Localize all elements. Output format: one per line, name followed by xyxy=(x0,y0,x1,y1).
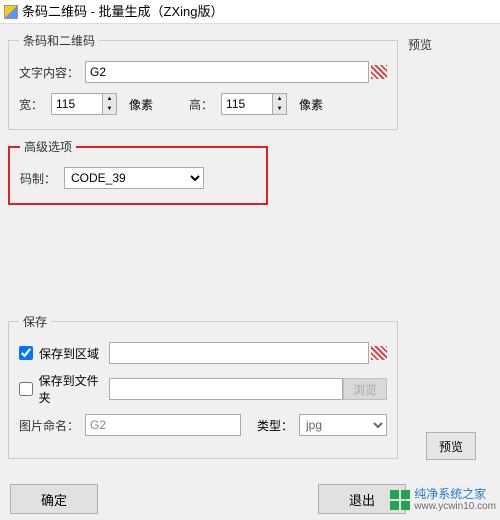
preview-legend: 预览 xyxy=(408,36,492,53)
height-input[interactable] xyxy=(221,93,273,115)
code-type-label: 码制： xyxy=(20,170,64,187)
width-unit: 像素 xyxy=(129,96,153,113)
width-label: 宽： xyxy=(19,96,43,113)
width-input[interactable] xyxy=(51,93,103,115)
group-save: 保存 保存到区域 保存到文件夹 浏览 图片命名： 类型 xyxy=(8,313,398,459)
save-region-input[interactable] xyxy=(109,342,369,364)
pick-region-icon[interactable] xyxy=(371,346,387,360)
height-spinner[interactable]: ▲ ▼ xyxy=(221,93,287,115)
save-region-label: 保存到区域 xyxy=(39,345,99,362)
image-type-select[interactable]: jpg xyxy=(299,414,387,436)
height-down-icon[interactable]: ▼ xyxy=(273,104,286,114)
image-name-label: 图片命名： xyxy=(19,417,85,434)
height-label: 高： xyxy=(189,96,213,113)
save-region-checkbox[interactable] xyxy=(19,346,33,360)
group-barcode-legend: 条码和二维码 xyxy=(19,32,99,49)
browse-button: 浏览 xyxy=(343,378,387,400)
save-folder-checkbox[interactable] xyxy=(19,382,33,396)
group-advanced: 高级选项 码制： CODE_39 xyxy=(8,138,268,205)
height-unit: 像素 xyxy=(299,96,323,113)
group-save-legend: 保存 xyxy=(19,313,51,330)
text-content-label: 文字内容： xyxy=(19,64,85,81)
save-folder-input xyxy=(109,378,343,400)
watermark: 纯净系统之家 www.ycwin10.com xyxy=(390,488,496,512)
window-title: 条码二维码 - 批量生成（ZXing版） xyxy=(22,0,224,24)
save-folder-row[interactable]: 保存到文件夹 xyxy=(19,372,109,406)
width-up-icon[interactable]: ▲ xyxy=(103,94,116,104)
watermark-logo-icon xyxy=(390,490,410,510)
watermark-name: 纯净系统之家 xyxy=(414,488,496,501)
save-region-row[interactable]: 保存到区域 xyxy=(19,345,109,362)
titlebar: 条码二维码 - 批量生成（ZXing版） xyxy=(0,0,500,24)
width-spinner[interactable]: ▲ ▼ xyxy=(51,93,117,115)
image-name-input xyxy=(85,414,241,436)
ok-button[interactable]: 确定 xyxy=(10,484,98,514)
text-content-input[interactable] xyxy=(85,61,369,83)
code-type-select[interactable]: CODE_39 xyxy=(64,167,204,189)
app-icon xyxy=(4,5,18,19)
save-folder-label: 保存到文件夹 xyxy=(39,372,109,406)
image-type-label: 类型： xyxy=(257,417,293,434)
height-up-icon[interactable]: ▲ xyxy=(273,94,286,104)
clear-text-icon[interactable] xyxy=(371,65,387,79)
watermark-url: www.ycwin10.com xyxy=(414,501,496,512)
preview-button[interactable]: 预览 xyxy=(426,432,476,460)
width-down-icon[interactable]: ▼ xyxy=(103,104,116,114)
group-barcode: 条码和二维码 文字内容： 宽： ▲ ▼ 像素 xyxy=(8,32,398,130)
group-advanced-legend: 高级选项 xyxy=(20,138,76,155)
